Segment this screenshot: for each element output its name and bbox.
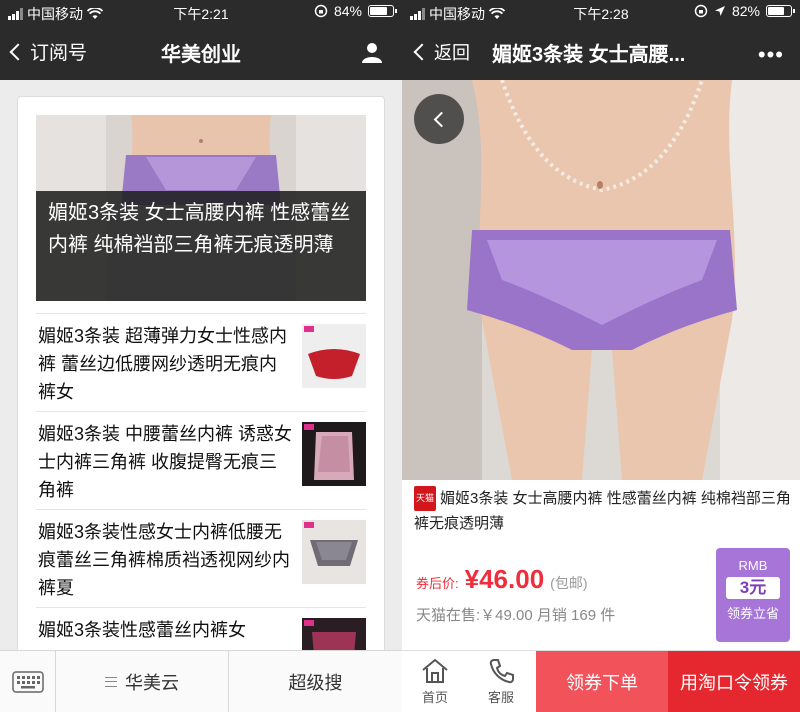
tab-service[interactable]: 客服	[468, 651, 534, 712]
taobao-code-button[interactable]: 用淘口令领券	[668, 651, 800, 712]
left-screen: 中国移动 下午2:21 84% 订阅号 华美创业 媚姬3条装 女士高腰内裤 性感…	[0, 0, 402, 712]
home-icon	[422, 658, 448, 683]
product-photo	[402, 80, 800, 480]
product-image[interactable]	[402, 80, 800, 480]
article-thumbnail	[302, 520, 366, 584]
menu-super-search[interactable]: 超级搜	[229, 651, 402, 712]
status-right: 84%	[314, 3, 397, 19]
status-bar: 中国移动 下午2:21 84%	[0, 0, 402, 24]
page-title: 华美创业	[161, 44, 241, 66]
article-card: 媚姬3条装 女士高腰内裤 性感蕾丝内裤 纯棉裆部三角裤无痕透明薄 媚姬3条装 超…	[17, 96, 385, 656]
page-title: 媚姬3条装 女士高腰...	[492, 44, 686, 66]
menu-label: 华美云	[125, 673, 179, 693]
article-thumbnail	[302, 324, 366, 388]
list-item[interactable]: 媚姬3条装性感蕾丝内裤女	[36, 607, 366, 655]
featured-article[interactable]: 媚姬3条装 女士高腰内裤 性感蕾丝内裤 纯棉裆部三角裤无痕透明薄	[36, 115, 366, 301]
nav-bar: 返回 媚姬3条装 女士高腰... •••	[402, 24, 800, 80]
battery-icon	[766, 5, 795, 17]
tmall-badge: 天猫	[414, 486, 437, 511]
phone-icon	[489, 659, 514, 684]
nav-bar: 订阅号 华美创业	[0, 24, 402, 80]
bottom-menu: 华美云 超级搜	[0, 650, 402, 712]
location-arrow-icon	[714, 6, 725, 16]
tab-label: 客服	[487, 690, 514, 705]
price-amount: ¥46.00	[464, 564, 545, 594]
battery-icon	[368, 5, 397, 17]
chevron-left-icon	[413, 43, 431, 61]
featured-caption: 媚姬3条装 女士高腰内裤 性感蕾丝内裤 纯棉裆部三角裤无痕透明薄	[36, 191, 366, 301]
product-name: 天猫 媚姬3条装 女士高腰内裤 性感蕾丝内裤 纯棉裆部三角裤无痕透明薄	[414, 486, 792, 536]
status-bar: 中国移动 下午2:28 82%	[402, 0, 800, 24]
rotation-lock-icon	[694, 4, 708, 18]
battery-percent: 82%	[731, 3, 760, 19]
list-item[interactable]: 媚姬3条装 中腰蕾丝内裤 诱惑女士内裤三角裤 收腹提臀无痕三角裤	[36, 411, 366, 509]
keyboard-icon	[12, 671, 44, 693]
coupon-action: 领券立省	[726, 606, 779, 621]
article-title: 媚姬3条装 超薄弹力女士性感内裤 蕾丝边低腰网纱透明无痕内裤女	[38, 326, 288, 402]
article-title: 媚姬3条装性感女士内裤低腰无痕蕾丝三角裤棉质裆透视网纱内裤夏	[38, 522, 290, 598]
chevron-left-icon	[433, 111, 449, 127]
list-item[interactable]: 媚姬3条装性感女士内裤低腰无痕蕾丝三角裤棉质裆透视网纱内裤夏	[36, 509, 366, 607]
battery-percent: 84%	[333, 3, 362, 19]
price-row: 券后价: ¥46.00 (包邮)	[416, 564, 587, 595]
rotation-lock-icon	[314, 4, 328, 18]
keyboard-toggle[interactable]	[0, 651, 56, 712]
bottom-bar: 首页 客服 领券下单 用淘口令领券	[402, 650, 800, 712]
menu-label: 超级搜	[288, 673, 343, 693]
article-title: 媚姬3条装 中腰蕾丝内裤 诱惑女士内裤三角裤 收腹提臀无痕三角裤	[38, 424, 293, 500]
article-title: 媚姬3条装性感蕾丝内裤女	[38, 620, 247, 640]
profile-icon[interactable]	[360, 40, 384, 64]
coupon-badge[interactable]: RMB 3元 领券立省	[716, 548, 790, 642]
product-name-text: 媚姬3条装 女士高腰内裤 性感蕾丝内裤 纯棉裆部三角裤无痕透明薄	[414, 490, 791, 532]
shipping-label: (包邮)	[550, 575, 588, 591]
tmall-info: 天猫在售:￥49.00 月销 169 件	[416, 607, 616, 624]
menu-huameiyun[interactable]: 华美云	[56, 651, 229, 712]
price-label: 券后价:	[416, 576, 459, 591]
coupon-amount: 3元	[726, 577, 780, 599]
back-button[interactable]: 返回	[413, 39, 470, 65]
article-thumbnail	[302, 422, 366, 486]
coupon-order-button[interactable]: 领券下单	[536, 651, 668, 712]
back-label: 返回	[434, 43, 470, 63]
tab-label: 首页	[421, 690, 448, 705]
image-back-button[interactable]	[414, 94, 464, 144]
menu-list-icon	[105, 677, 117, 687]
status-right: 82%	[694, 3, 795, 19]
list-item[interactable]: 媚姬3条装 超薄弹力女士性感内裤 蕾丝边低腰网纱透明无痕内裤女	[36, 313, 366, 411]
more-icon[interactable]: •••	[758, 42, 784, 68]
right-screen: 中国移动 下午2:28 82% 返回 媚姬3条装 女士高腰... ••• 天猫 …	[402, 0, 800, 712]
coupon-currency: RMB	[738, 558, 768, 573]
tab-home[interactable]: 首页	[402, 651, 468, 712]
